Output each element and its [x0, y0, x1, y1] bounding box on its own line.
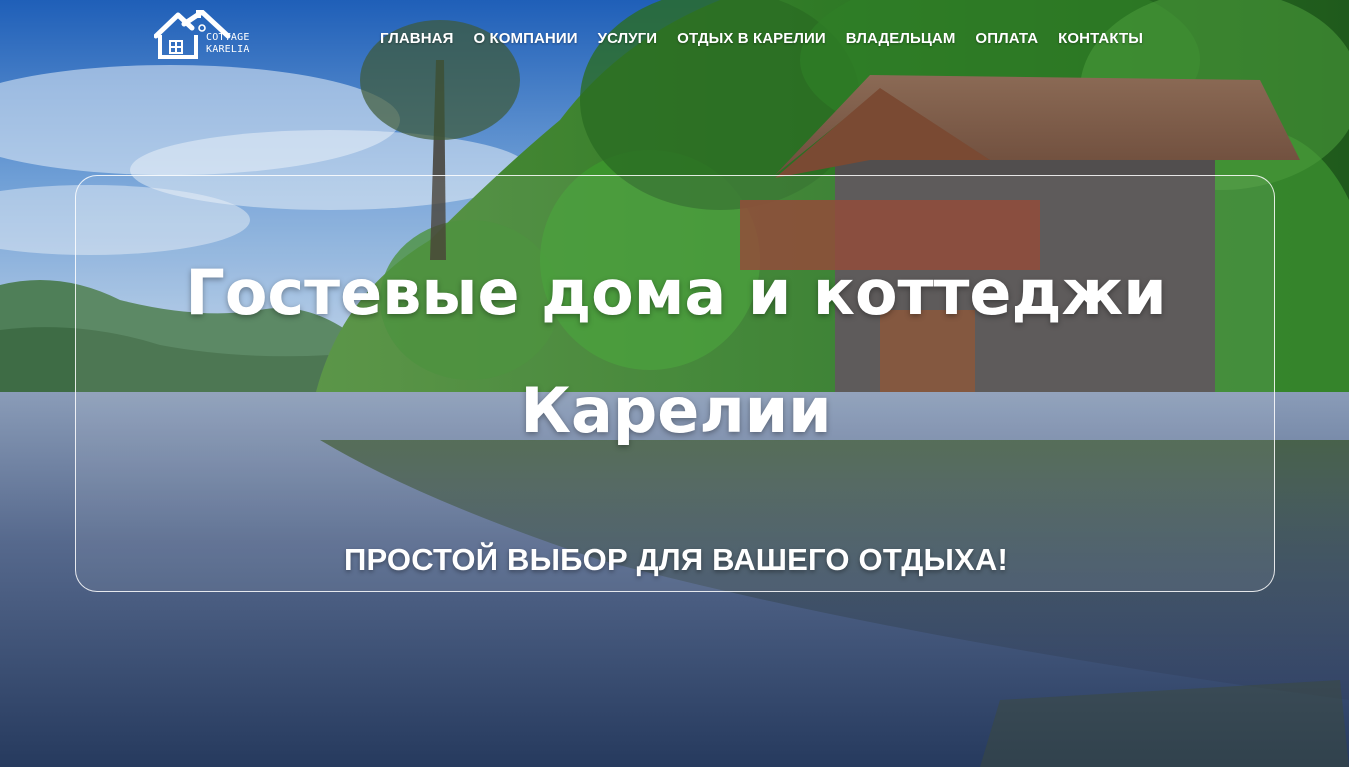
logo-line-2: KARELIA [206, 44, 250, 55]
nav-item-payment[interactable]: ОПЛАТА [965, 29, 1048, 49]
logo-text: COTTAGE KARELIA [206, 32, 250, 56]
site-header: COTTAGE KARELIA ГЛАВНАЯ О КОМПАНИИ УСЛУГ… [0, 0, 1349, 78]
nav-item-about[interactable]: О КОМПАНИИ [463, 29, 587, 49]
nav-item-owners[interactable]: ВЛАДЕЛЬЦАМ [836, 29, 966, 49]
nav-item-home[interactable]: ГЛАВНАЯ [370, 29, 463, 49]
nav-item-services[interactable]: УСЛУГИ [588, 29, 668, 49]
logo-line-1: COTTAGE [206, 32, 250, 43]
hero-card: Гостевые дома и коттеджи Карелии ПРОСТОЙ… [75, 175, 1275, 592]
nav-item-contacts[interactable]: КОНТАКТЫ [1048, 29, 1153, 49]
page: COTTAGE KARELIA ГЛАВНАЯ О КОМПАНИИ УСЛУГ… [0, 0, 1349, 767]
main-nav: ГЛАВНАЯ О КОМПАНИИ УСЛУГИ ОТДЫХ В КАРЕЛИ… [370, 29, 1153, 49]
site-logo[interactable]: COTTAGE KARELIA [154, 10, 260, 60]
hero-title: Гостевые дома и коттеджи Карелии [185, 256, 1167, 447]
hero-subtitle: ПРОСТОЙ ВЫБОР ДЛЯ ВАШЕГО ОТДЫХА! [343, 542, 1009, 577]
nav-item-karelia-vacation[interactable]: ОТДЫХ В КАРЕЛИИ [667, 29, 836, 49]
